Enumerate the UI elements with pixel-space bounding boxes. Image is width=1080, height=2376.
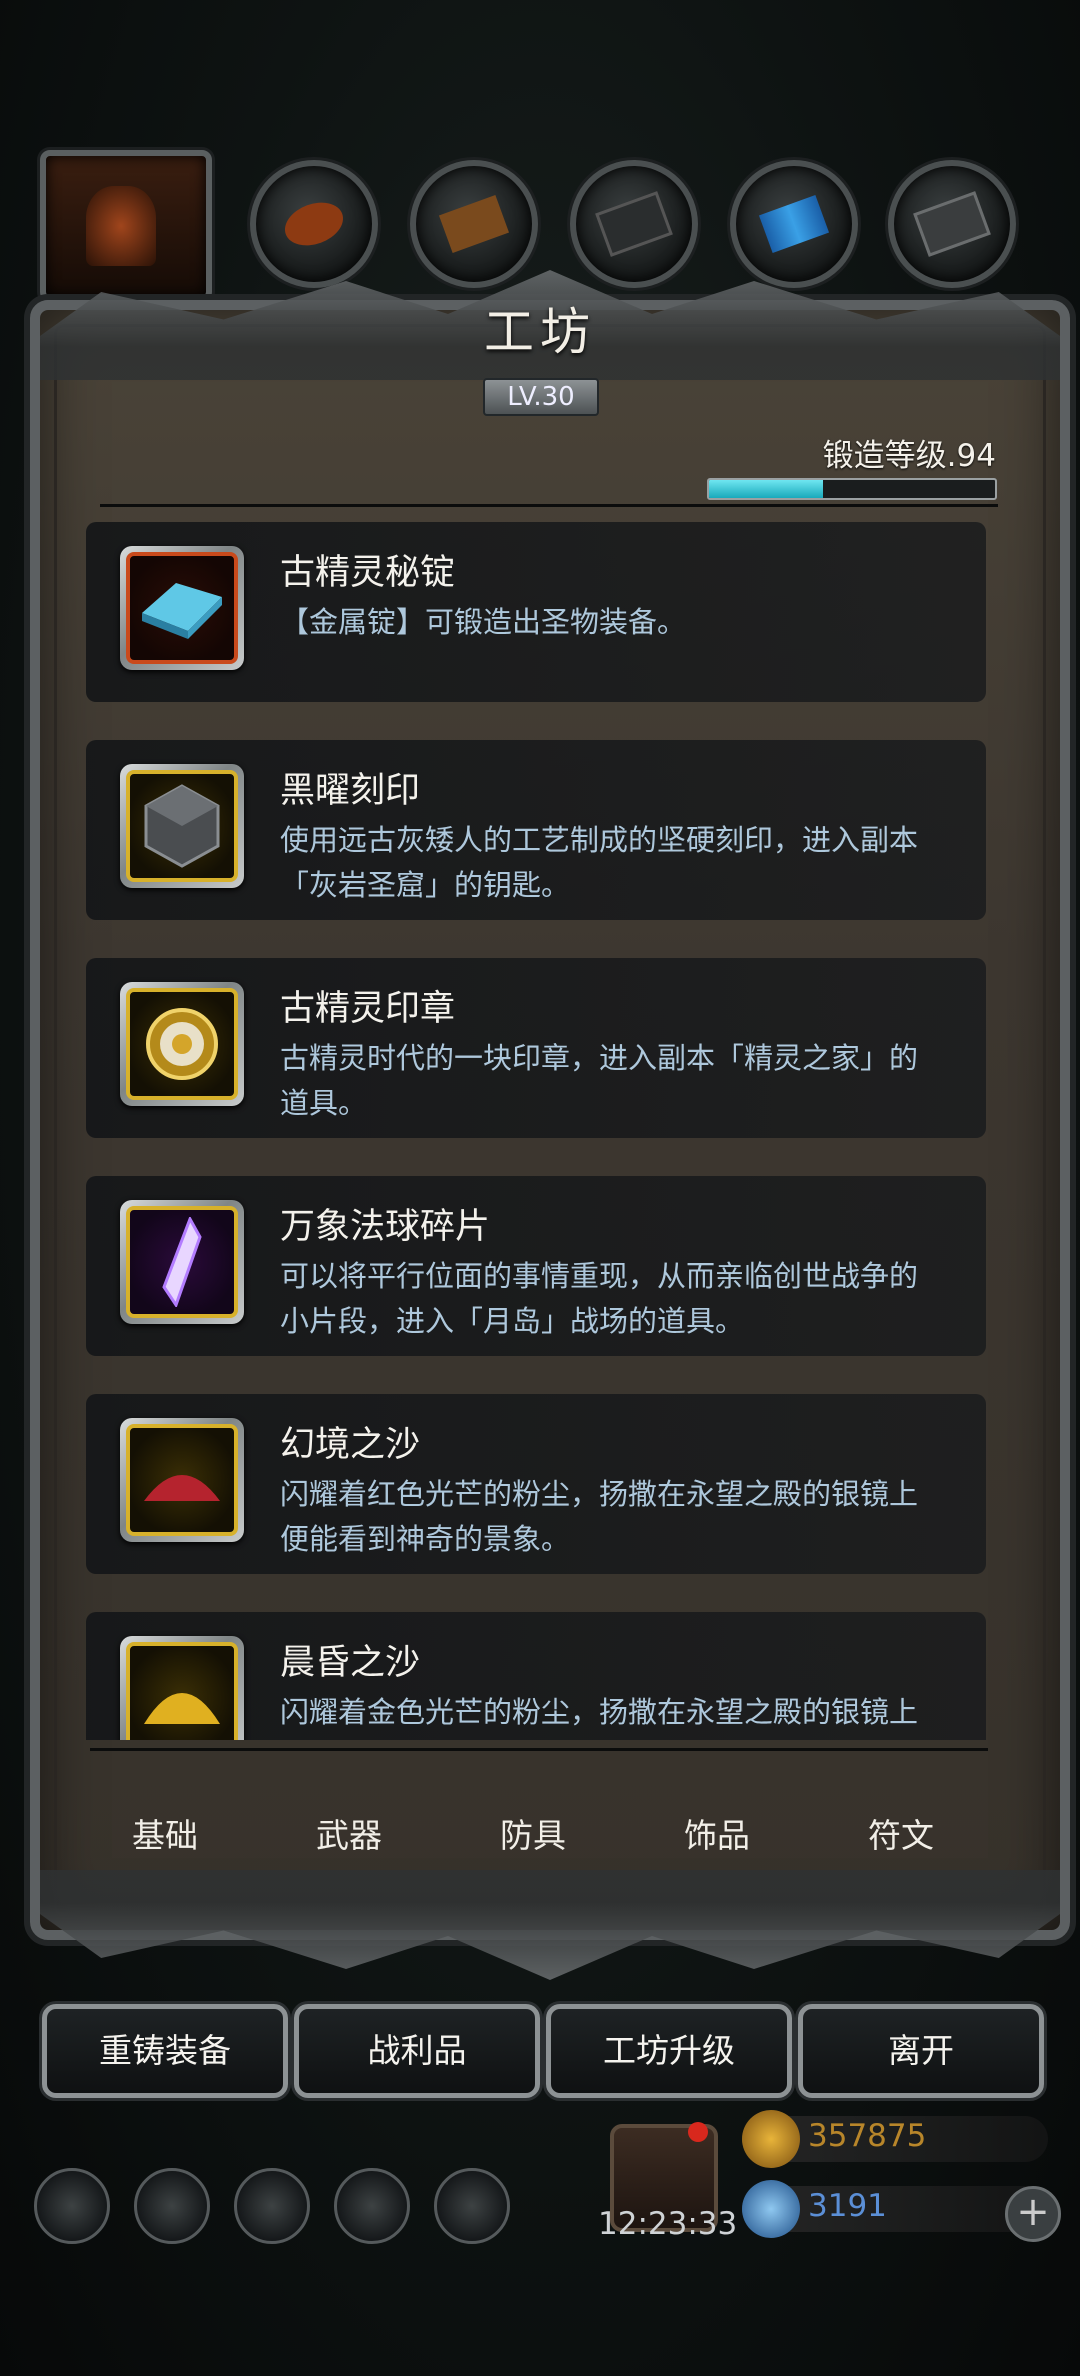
- elf-seal-icon: [146, 1008, 218, 1080]
- workshop-fire-icon: [86, 186, 156, 266]
- tab-rune[interactable]: 符文: [826, 1809, 976, 1857]
- workshop-level-badge: LV.30: [483, 378, 599, 416]
- category-tab-crystal[interactable]: [730, 160, 858, 288]
- gold-coin-icon: [742, 2110, 800, 2168]
- iron-ingot-icon: [595, 191, 673, 257]
- list-item[interactable]: 幻境之沙 闪耀着红色光芒的粉尘，扬撒在永望之殿的银镜上便能看到神奇的景象。: [86, 1394, 986, 1574]
- item-name: 黑曜刻印: [280, 771, 421, 811]
- list-item[interactable]: 万象法球碎片 可以将平行位面的事情重现，从而亲临创世战争的小片段，进入「月岛」战…: [86, 1176, 986, 1356]
- blue-crystal-icon: [758, 194, 830, 254]
- item-slot: [120, 764, 244, 888]
- tab-weapon[interactable]: 武器: [274, 1809, 424, 1857]
- header-divider: [100, 504, 998, 507]
- diamond-counter: 3191: [742, 2180, 1048, 2238]
- category-tab-iron[interactable]: [570, 160, 698, 288]
- item-description: 闪耀着金色光芒的粉尘，扬撒在永望之殿的银镜上便能看到神奇的景象。: [280, 1695, 919, 1729]
- list-item[interactable]: 古精灵印章 古精灵时代的一块印章，进入副本「精灵之家」的道具。: [86, 958, 986, 1138]
- item-name: 古精灵印章: [280, 989, 456, 1029]
- workshop-tabs: 基础 武器 防具 饰品 符文: [90, 1748, 988, 1909]
- item-description: 闪耀着红色光芒的粉尘，扬撒在永望之殿的银镜上便能看到神奇的景象。: [280, 1477, 919, 1556]
- star-badge-icon[interactable]: [134, 2168, 210, 2244]
- item-slot: [120, 1418, 244, 1542]
- item-description: 古精灵时代的一块印章，进入副本「精灵之家」的道具。: [280, 1041, 919, 1120]
- tab-armor[interactable]: 防具: [458, 1809, 608, 1857]
- category-tab-ore[interactable]: [250, 160, 378, 288]
- diamond-amount: 3191: [808, 2188, 887, 2224]
- item-name: 幻境之沙: [280, 1425, 421, 1465]
- crystal-shard-icon: [162, 1217, 202, 1307]
- list-item[interactable]: 黑曜刻印 使用远古灰矮人的工艺制成的坚硬刻印，进入副本「灰岩圣窟」的钥匙。: [86, 740, 986, 920]
- diamond-icon: [742, 2180, 800, 2238]
- blue-ingot-icon: [142, 583, 222, 639]
- item-name: 万象法球碎片: [280, 1207, 491, 1247]
- category-tab-steel[interactable]: [888, 160, 1016, 288]
- upgrade-workshop-button[interactable]: 工坊升级: [546, 2004, 792, 2098]
- loot-button[interactable]: 战利品: [294, 2004, 540, 2098]
- list-item[interactable]: 晨昏之沙 闪耀着金色光芒的粉尘，扬撒在永望之殿的银镜上便能看到神奇的景象。: [86, 1612, 986, 1740]
- gold-counter: 357875: [742, 2110, 1048, 2168]
- item-name: 古精灵秘锭: [280, 553, 456, 593]
- forge-progress-bar: [707, 478, 997, 500]
- item-list[interactable]: 古精灵秘锭 【金属锭】可锻造出圣物装备。 黑曜刻印 使用远古灰矮人的工艺制成的坚…: [86, 522, 996, 1740]
- item-slot: [120, 1200, 244, 1324]
- forge-progress-fill: [709, 480, 824, 498]
- category-tab-wood[interactable]: [410, 160, 538, 288]
- wood-plank-icon: [438, 194, 510, 254]
- red-sand-icon: [144, 1475, 220, 1501]
- mail-icon[interactable]: [334, 2168, 410, 2244]
- item-name: 晨昏之沙: [280, 1643, 421, 1683]
- leave-button[interactable]: 离开: [798, 2004, 1044, 2098]
- item-description: 使用远古灰矮人的工艺制成的坚硬刻印，进入副本「灰岩圣窟」的钥匙。: [280, 823, 919, 902]
- forge-level-label: 锻造等级.94: [822, 438, 996, 474]
- item-slot: [120, 546, 244, 670]
- ranking-icon[interactable]: [234, 2168, 310, 2244]
- notification-dot: [688, 2122, 708, 2142]
- item-description: 可以将平行位面的事情重现，从而亲临创世战争的小片段，进入「月岛」战场的道具。: [280, 1259, 919, 1338]
- panel-title: 工坊: [484, 303, 596, 361]
- reforge-equipment-button[interactable]: 重铸装备: [42, 2004, 288, 2098]
- item-slot: [120, 982, 244, 1106]
- clock: 12:23:33: [598, 2206, 738, 2242]
- tab-basic[interactable]: 基础: [90, 1809, 240, 1857]
- add-currency-button[interactable]: +: [1005, 2186, 1061, 2242]
- item-description: 【金属锭】可锻造出圣物装备。: [280, 605, 687, 639]
- obsidian-seal-icon: [144, 784, 220, 868]
- gear-icon[interactable]: [34, 2168, 110, 2244]
- steel-ingot-icon: [913, 191, 991, 257]
- item-slot: [120, 1636, 244, 1740]
- category-tab-selected[interactable]: [40, 150, 212, 302]
- tab-accessory[interactable]: 饰品: [642, 1809, 792, 1857]
- gold-sand-icon: [144, 1693, 220, 1724]
- list-item[interactable]: 古精灵秘锭 【金属锭】可锻造出圣物装备。: [86, 522, 986, 702]
- gold-amount: 357875: [808, 2118, 927, 2154]
- ore-icon: [278, 194, 350, 254]
- guild-icon[interactable]: [434, 2168, 510, 2244]
